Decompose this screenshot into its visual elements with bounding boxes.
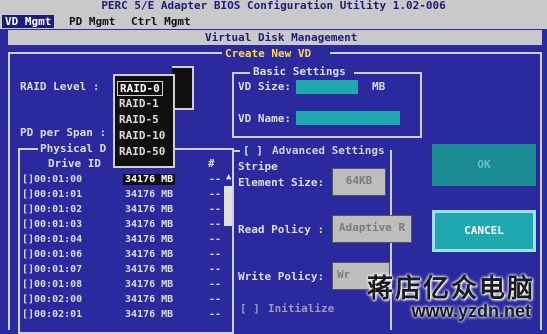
tab-pd-mgmt[interactable]: PD Mgmt [66, 15, 118, 28]
frame-left-border [8, 52, 10, 330]
menu-bar: VD Mgmt PD Mgmt Ctrl Mgmt [0, 14, 547, 29]
drive-hash: -- [209, 249, 222, 260]
frame-right-border [540, 52, 542, 330]
drive-id-value: ]00:01:01 [28, 189, 83, 200]
drive-cell: []00:02:01 [22, 309, 82, 320]
app-title: PERC 5/E Adapter BIOS Configuration Util… [101, 0, 446, 12]
drive-size: 34176 MB [125, 219, 174, 230]
drive-hash: -- [209, 279, 222, 290]
drive-id: [ [22, 309, 29, 320]
raid-level-dropdown[interactable] [172, 66, 194, 110]
panel-subtitle: Create New VD [225, 47, 312, 60]
drive-hash: -- [209, 309, 222, 320]
drive-id-value: ]00:01:08 [28, 279, 83, 290]
drive-size: 34176 MB [125, 189, 174, 200]
drive-hash: -- [209, 204, 222, 215]
raid-level-popup: RAID-0 RAID-1 RAID-5 RAID-10 RAID-50 [113, 74, 175, 168]
drive-cell: []00:01:03 [22, 219, 82, 230]
drive-id: [ [22, 189, 29, 200]
drive-id-value: ]00:02:00 [28, 294, 83, 305]
drive-hash: -- [209, 174, 222, 185]
drive-cell: []00:01:06 [22, 249, 82, 260]
drive-id-value: ]00:01:07 [28, 264, 83, 275]
drive-id: [ [22, 174, 29, 185]
drive-id-value: ]00:01:03 [28, 219, 83, 230]
drive-id: [ [22, 264, 29, 275]
drive-id: [ [22, 234, 29, 245]
drive-id-value: ]00:01:06 [28, 249, 83, 260]
app-title-bar: PERC 5/E Adapter BIOS Configuration Util… [0, 0, 547, 14]
vd-size-unit: MB [372, 80, 386, 93]
drive-id: [ [22, 279, 29, 290]
drive-cell: []00:01:00 [22, 174, 82, 185]
raid-option-0[interactable]: RAID-0 [117, 81, 163, 96]
drive-id-header: Drive ID [48, 157, 101, 170]
watermark-url: www.yzdn.net [411, 301, 531, 321]
raid-level-label: RAID Level : [20, 80, 100, 93]
element-size-label: Element Size: [238, 176, 325, 189]
drive-cell: []00:01:07 [22, 264, 82, 275]
vd-name-input[interactable] [296, 111, 400, 125]
drive-hash: -- [209, 234, 222, 245]
drive-size: 34176 MB [125, 309, 174, 320]
drive-hash: -- [209, 189, 222, 200]
ok-button[interactable]: OK [432, 144, 536, 186]
advanced-checkbox[interactable]: [ ] [243, 144, 263, 157]
drive-size: 34176 MB [125, 234, 174, 245]
pd-per-span-label: PD per Span : [20, 126, 107, 139]
panel-title: Virtual Disk Management [205, 31, 358, 44]
drive-size: 34176 MB [125, 294, 174, 305]
drive-id: [ [22, 219, 29, 230]
drive-size: 34176 MB [125, 204, 174, 215]
vd-size-label: VD Size: [238, 80, 291, 93]
drive-hash: -- [209, 219, 222, 230]
drive-cell: []00:01:04 [22, 234, 82, 245]
drive-size: 34176 MB [123, 174, 176, 185]
stripe-size-field[interactable]: 64KB [332, 168, 386, 196]
basic-settings-title: Basic Settings [253, 65, 346, 78]
hash-header: # [208, 157, 215, 170]
drive-id-value: ]00:01:02 [28, 204, 83, 215]
vd-size-input[interactable] [296, 80, 358, 94]
stripe-label: Stripe [238, 160, 278, 173]
drive-size: 34176 MB [125, 279, 174, 290]
drive-cell: []00:01:01 [22, 189, 82, 200]
vd-name-label: VD Name: [238, 112, 291, 125]
drive-size: 34176 MB [125, 249, 174, 260]
drive-hash: -- [209, 294, 222, 305]
drive-id-value: ]00:02:01 [28, 309, 83, 320]
advanced-settings-title: Advanced Settings [272, 144, 385, 157]
drive-id: [ [22, 249, 29, 260]
initialize-label: Initialize [268, 302, 335, 315]
cancel-button[interactable]: CANCEL [432, 210, 536, 252]
drive-id: [ [22, 294, 29, 305]
drive-id: [ [22, 204, 29, 215]
drive-id-value: ]00:01:04 [28, 234, 83, 245]
scroll-up-icon[interactable]: ▲ [226, 172, 231, 182]
raid-option-10[interactable]: RAID-10 [119, 129, 165, 142]
initialize-checkbox[interactable]: [ ] [240, 302, 260, 315]
tab-ctrl-mgmt[interactable]: Ctrl Mgmt [128, 15, 194, 28]
drive-size: 34176 MB [125, 264, 174, 275]
watermark-chinese: 蒋店亿众电脑 [366, 274, 535, 304]
tab-vd-mgmt[interactable]: VD Mgmt [2, 15, 55, 28]
read-policy-label: Read Policy : [238, 223, 325, 236]
write-policy-label: Write Policy: [238, 270, 325, 283]
drive-cell: []00:01:08 [22, 279, 82, 290]
raid-option-1[interactable]: RAID-1 [119, 97, 159, 110]
raid-option-5[interactable]: RAID-5 [119, 113, 159, 126]
drive-hash: -- [209, 264, 222, 275]
read-policy-field[interactable]: Adaptive R [332, 215, 412, 243]
drive-cell: []00:02:00 [22, 294, 82, 305]
drive-id-value: ]00:01:00 [28, 174, 83, 185]
drive-cell: []00:01:02 [22, 204, 82, 215]
raid-option-50[interactable]: RAID-50 [119, 145, 165, 158]
physical-disks-title: Physical D [40, 142, 107, 155]
